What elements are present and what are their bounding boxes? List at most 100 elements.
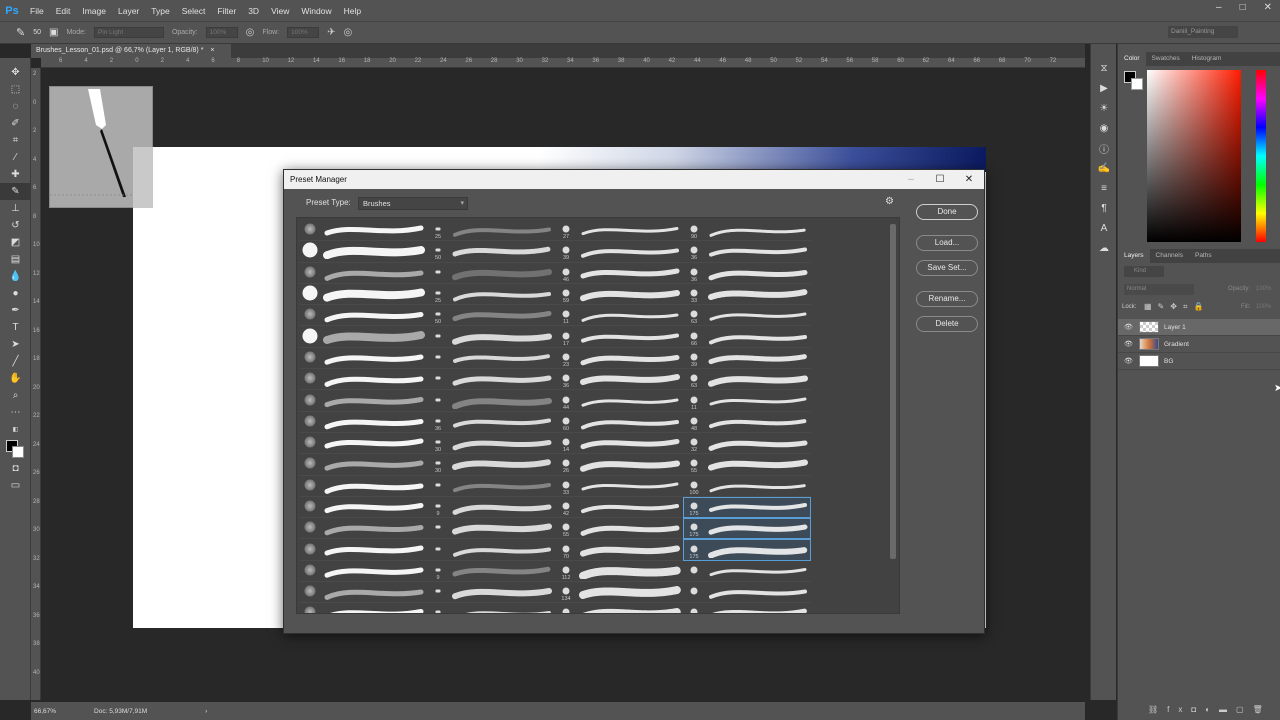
paragraph-icon[interactable]: ¶ [1091, 198, 1117, 218]
brush-preset-picker[interactable]: 50 [33, 29, 41, 36]
actions-icon[interactable]: ▶ [1091, 78, 1117, 98]
brush-preset-item[interactable]: 14 [555, 433, 683, 455]
rename-button[interactable]: Rename... [916, 291, 978, 307]
preset-type-select[interactable]: Brushes [358, 197, 468, 210]
settings-gear-icon[interactable]: ⚙ [885, 196, 894, 207]
brush-preset-item[interactable]: 36 [555, 369, 683, 391]
path-select-tool-icon[interactable]: ➤ [0, 336, 31, 353]
brush-preset-item[interactable]: 70 [555, 539, 683, 561]
history-icon[interactable]: ⧖ [1091, 58, 1117, 78]
brush-preset-item[interactable] [427, 369, 555, 391]
brush-preset-item[interactable] [299, 433, 427, 455]
brush-preset-item[interactable] [299, 390, 427, 412]
adjustments-icon[interactable]: ☀ [1091, 98, 1117, 118]
menu-type[interactable]: Type [145, 6, 175, 16]
pressure-size-icon[interactable]: ◎ [343, 27, 352, 38]
brush-preset-item[interactable]: 175 [683, 539, 811, 561]
brush-preset-item[interactable]: 44 [555, 390, 683, 412]
menu-image[interactable]: Image [76, 6, 112, 16]
preset-list-scrollbar[interactable] [890, 224, 896, 559]
stamp-tool-icon[interactable]: ⊥ [0, 200, 31, 217]
tab-paths[interactable]: Paths [1189, 249, 1218, 263]
info-icon[interactable]: ⓘ [1091, 138, 1117, 158]
flow-field[interactable]: 100% [287, 27, 320, 38]
brush-preset-item[interactable]: 9 [427, 497, 555, 519]
brush-preset-item[interactable]: 59 [555, 284, 683, 306]
airbrush-icon[interactable]: ✈ [327, 27, 335, 38]
brush-preset-item[interactable]: 134 [555, 582, 683, 604]
brush-preset-item[interactable] [299, 326, 427, 348]
brush-panel-icon[interactable]: ✍ [1091, 158, 1117, 178]
brush-preset-item[interactable]: 26 [555, 454, 683, 476]
load-button[interactable]: Load... [916, 235, 978, 251]
libraries-icon[interactable]: ☁ [1091, 238, 1117, 258]
brush-preset-item[interactable]: 11 [555, 305, 683, 327]
brush-preset-item[interactable] [299, 561, 427, 583]
layer-row[interactable]: 👁 Layer 1 [1118, 319, 1280, 336]
brush-preset-item[interactable] [299, 241, 427, 263]
brush-preset-item[interactable] [299, 305, 427, 327]
brush-preset-item[interactable] [299, 603, 427, 613]
character-icon[interactable]: A [1091, 218, 1117, 238]
brush-preset-item[interactable] [427, 476, 555, 497]
menu-select[interactable]: Select [176, 6, 212, 16]
brush-preset-item[interactable] [299, 518, 427, 540]
brush-tool-icon[interactable]: ✎ [0, 183, 31, 200]
brush-preset-item[interactable] [427, 263, 555, 284]
brush-preset-item[interactable]: 63 [683, 369, 811, 391]
menu-file[interactable]: File [24, 6, 50, 16]
brush-preset-item[interactable] [299, 369, 427, 391]
brush-presets-icon[interactable]: ≡ [1091, 178, 1117, 198]
status-menu-arrow[interactable]: › [205, 708, 207, 715]
pen-tool-icon[interactable]: ✒ [0, 302, 31, 319]
brush-preset-item[interactable] [299, 263, 427, 284]
brush-preset-item[interactable]: 36 [427, 412, 555, 433]
visibility-eye-icon[interactable]: 👁 [1124, 323, 1134, 331]
brush-preset-item[interactable]: 27 [555, 220, 683, 242]
document-tab[interactable]: Brushes_Lesson_01.psd @ 66,7% (Layer 1, … [31, 44, 231, 58]
marquee-tool-icon[interactable]: ⬚ [0, 81, 31, 98]
layer-filter-kind[interactable]: Kind [1124, 266, 1164, 277]
menu-filter[interactable]: Filter [211, 6, 242, 16]
brush-preset-item[interactable]: 63 [683, 305, 811, 327]
gradient-tool-icon[interactable]: ▤ [0, 251, 31, 268]
blend-mode-select[interactable]: Normal [1124, 284, 1194, 295]
brush-preset-item[interactable] [427, 518, 555, 540]
brush-preset-item[interactable] [299, 348, 427, 370]
eyedropper-tool-icon[interactable]: ⁄ [0, 149, 31, 166]
fill-field[interactable]: 100% [1256, 304, 1271, 310]
maximize-button[interactable]: □ [1240, 2, 1246, 13]
brush-tool-icon[interactable]: ✎ [16, 26, 25, 39]
type-tool-icon[interactable]: T [0, 319, 31, 336]
brush-preset-item[interactable] [683, 561, 811, 583]
pressure-opacity-icon[interactable]: ◎ [246, 27, 255, 38]
save-set-button[interactable]: Save Set... [916, 260, 978, 276]
dodge-tool-icon[interactable]: ● [0, 285, 31, 302]
shape-tool-icon[interactable]: ╱ [0, 353, 31, 370]
brush-preset-item[interactable] [299, 412, 427, 433]
brush-preset-item[interactable]: 39 [555, 241, 683, 263]
brush-preset-item[interactable]: 100 [683, 476, 811, 497]
menu-edit[interactable]: Edit [50, 6, 77, 16]
layer-opacity-field[interactable]: 100% [1256, 286, 1271, 292]
lasso-tool-icon[interactable]: ◌ [0, 98, 31, 115]
brush-preset-item[interactable]: 39 [683, 348, 811, 370]
brush-preset-item[interactable] [427, 326, 555, 348]
done-button[interactable]: Done [916, 204, 978, 220]
blur-tool-icon[interactable]: 💧 [0, 268, 31, 285]
background-color[interactable] [12, 446, 24, 458]
eraser-tool-icon[interactable]: ◩ [0, 234, 31, 251]
brush-preset-item[interactable] [683, 582, 811, 604]
zoom-tool-icon[interactable]: ⌕ [0, 387, 31, 404]
brush-preset-item[interactable] [427, 603, 555, 613]
history-brush-tool-icon[interactable]: ↺ [0, 217, 31, 234]
brush-preset-item[interactable]: 55 [683, 454, 811, 476]
brush-preset-item[interactable]: 33 [683, 284, 811, 306]
quick-mask-icon[interactable]: ◘ [0, 460, 31, 477]
brush-preset-item[interactable]: 9 [427, 561, 555, 583]
brush-preset-item[interactable]: 48 [683, 412, 811, 433]
tab-color[interactable]: Color [1118, 52, 1146, 66]
close-button[interactable]: ✕ [1264, 2, 1272, 13]
brush-preset-item[interactable] [427, 539, 555, 561]
tab-channels[interactable]: Channels [1150, 249, 1189, 263]
